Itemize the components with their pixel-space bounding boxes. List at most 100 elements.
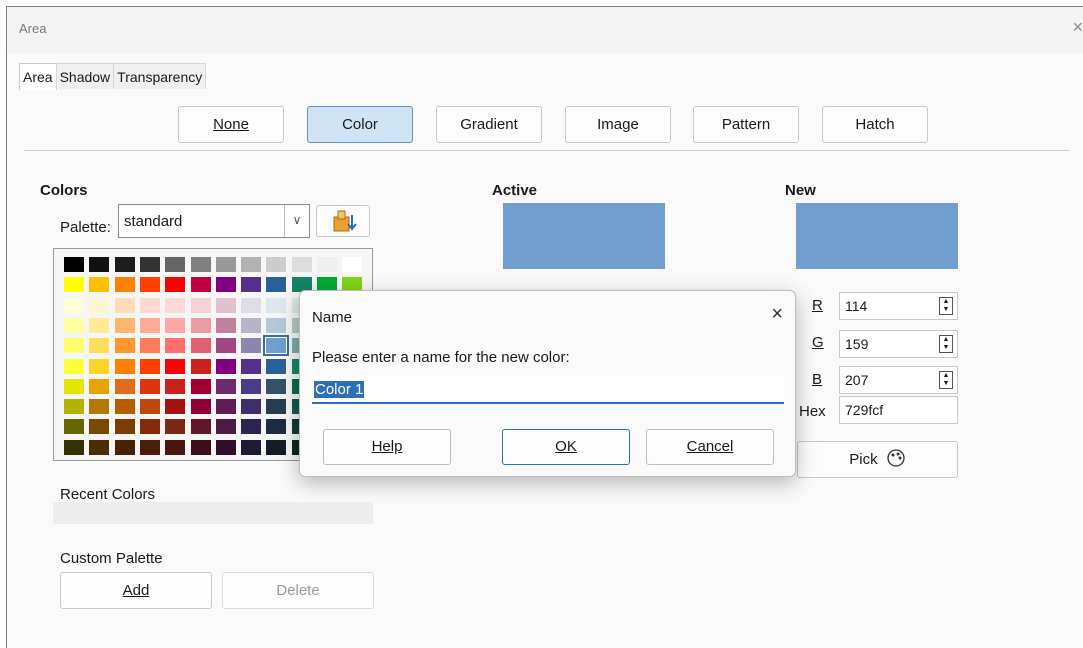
color-swatch[interactable]	[266, 378, 287, 394]
color-swatch[interactable]	[215, 317, 236, 333]
color-swatch[interactable]	[241, 399, 262, 415]
color-swatch[interactable]	[139, 277, 160, 293]
color-swatch[interactable]	[165, 257, 186, 272]
color-swatch[interactable]	[89, 257, 110, 272]
color-swatch[interactable]	[190, 378, 211, 394]
color-swatch[interactable]	[165, 297, 186, 313]
color-swatch[interactable]	[241, 317, 262, 333]
color-swatch[interactable]	[139, 419, 160, 435]
color-swatch[interactable]	[263, 335, 290, 357]
tab-area[interactable]: Area	[19, 63, 57, 90]
color-swatch[interactable]	[139, 338, 160, 354]
color-swatch[interactable]	[114, 439, 135, 455]
color-swatch[interactable]	[241, 338, 262, 354]
color-swatch[interactable]	[114, 419, 135, 435]
color-swatch[interactable]	[89, 378, 110, 394]
color-swatch[interactable]	[64, 297, 84, 313]
color-swatch[interactable]	[190, 317, 211, 333]
color-swatch[interactable]	[165, 419, 186, 435]
color-swatch[interactable]	[241, 378, 262, 394]
recent-colors-strip[interactable]	[53, 502, 373, 524]
color-button[interactable]: Color	[307, 106, 413, 143]
color-swatch[interactable]	[64, 257, 84, 272]
color-swatch[interactable]	[165, 399, 186, 415]
color-swatch[interactable]	[215, 297, 236, 313]
color-swatch[interactable]	[317, 257, 337, 272]
color-swatch[interactable]	[89, 439, 110, 455]
color-swatch[interactable]	[215, 419, 236, 435]
color-swatch[interactable]	[190, 257, 211, 272]
color-swatch[interactable]	[64, 338, 84, 354]
color-swatch[interactable]	[89, 297, 110, 313]
color-swatch[interactable]	[114, 297, 135, 313]
color-swatch[interactable]	[139, 317, 160, 333]
color-swatch[interactable]	[241, 297, 262, 313]
close-icon[interactable]: ×	[1072, 17, 1083, 38]
color-swatch[interactable]	[64, 419, 84, 435]
color-swatch[interactable]	[114, 399, 135, 415]
color-swatch[interactable]	[241, 439, 262, 455]
color-swatch[interactable]	[241, 277, 262, 293]
green-spinbox[interactable]: 159 ▲ ▼	[839, 330, 958, 358]
color-swatch[interactable]	[190, 419, 211, 435]
color-swatch[interactable]	[89, 358, 110, 374]
color-swatch[interactable]	[215, 439, 236, 455]
color-swatch[interactable]	[291, 257, 312, 272]
color-swatch[interactable]	[114, 257, 135, 272]
color-swatch[interactable]	[89, 338, 110, 354]
spin-arrows-icon[interactable]: ▲ ▼	[939, 297, 953, 315]
color-swatch[interactable]	[215, 338, 236, 354]
pick-button[interactable]: Pick	[797, 441, 958, 478]
color-swatch[interactable]	[89, 277, 110, 293]
color-swatch[interactable]	[241, 358, 262, 374]
color-swatch[interactable]	[190, 277, 211, 293]
color-swatch[interactable]	[190, 297, 211, 313]
hatch-button[interactable]: Hatch	[822, 106, 928, 143]
color-swatch[interactable]	[64, 439, 84, 455]
color-swatch[interactable]	[89, 317, 110, 333]
close-icon[interactable]: ×	[771, 303, 783, 326]
red-spinbox[interactable]: 114 ▲ ▼	[839, 292, 958, 320]
color-swatch[interactable]	[190, 338, 211, 354]
blue-spinbox[interactable]: 207 ▲ ▼	[839, 366, 958, 394]
color-swatch[interactable]	[114, 378, 135, 394]
gradient-button[interactable]: Gradient	[436, 106, 542, 143]
ok-button[interactable]: OK	[502, 429, 630, 465]
color-swatch[interactable]	[64, 399, 84, 415]
color-swatch[interactable]	[190, 399, 211, 415]
spin-arrows-icon[interactable]: ▲ ▼	[939, 335, 953, 353]
pattern-button[interactable]: Pattern	[693, 106, 799, 143]
color-swatch[interactable]	[215, 257, 236, 272]
color-swatch[interactable]	[266, 399, 287, 415]
spin-arrows-icon[interactable]: ▲ ▼	[939, 371, 953, 389]
color-swatch[interactable]	[139, 378, 160, 394]
color-swatch[interactable]	[89, 419, 110, 435]
tab-shadow[interactable]: Shadow	[55, 63, 115, 89]
color-swatch[interactable]	[114, 317, 135, 333]
color-swatch[interactable]	[139, 399, 160, 415]
color-swatch[interactable]	[266, 297, 287, 313]
color-swatch[interactable]	[215, 358, 236, 374]
color-swatch[interactable]	[266, 358, 287, 374]
help-button[interactable]: Help	[323, 429, 451, 465]
palette-select[interactable]: standard ∨	[118, 204, 310, 238]
color-swatch[interactable]	[139, 358, 160, 374]
color-swatch[interactable]	[89, 399, 110, 415]
color-swatch[interactable]	[64, 378, 84, 394]
import-palette-button[interactable]	[316, 205, 370, 237]
color-swatch[interactable]	[266, 439, 287, 455]
color-swatch[interactable]	[114, 358, 135, 374]
color-swatch[interactable]	[266, 257, 287, 272]
color-swatch[interactable]	[190, 358, 211, 374]
color-swatch[interactable]	[165, 277, 186, 293]
cancel-button[interactable]: Cancel	[646, 429, 774, 465]
color-swatch[interactable]	[266, 277, 287, 293]
color-swatch[interactable]	[215, 378, 236, 394]
color-swatch[interactable]	[266, 419, 287, 435]
image-button[interactable]: Image	[565, 106, 671, 143]
color-swatch[interactable]	[139, 257, 160, 272]
none-button[interactable]: None	[178, 106, 284, 143]
tab-transparency[interactable]: Transparency	[113, 63, 207, 89]
color-swatch[interactable]	[64, 277, 84, 293]
color-swatch[interactable]	[64, 358, 84, 374]
